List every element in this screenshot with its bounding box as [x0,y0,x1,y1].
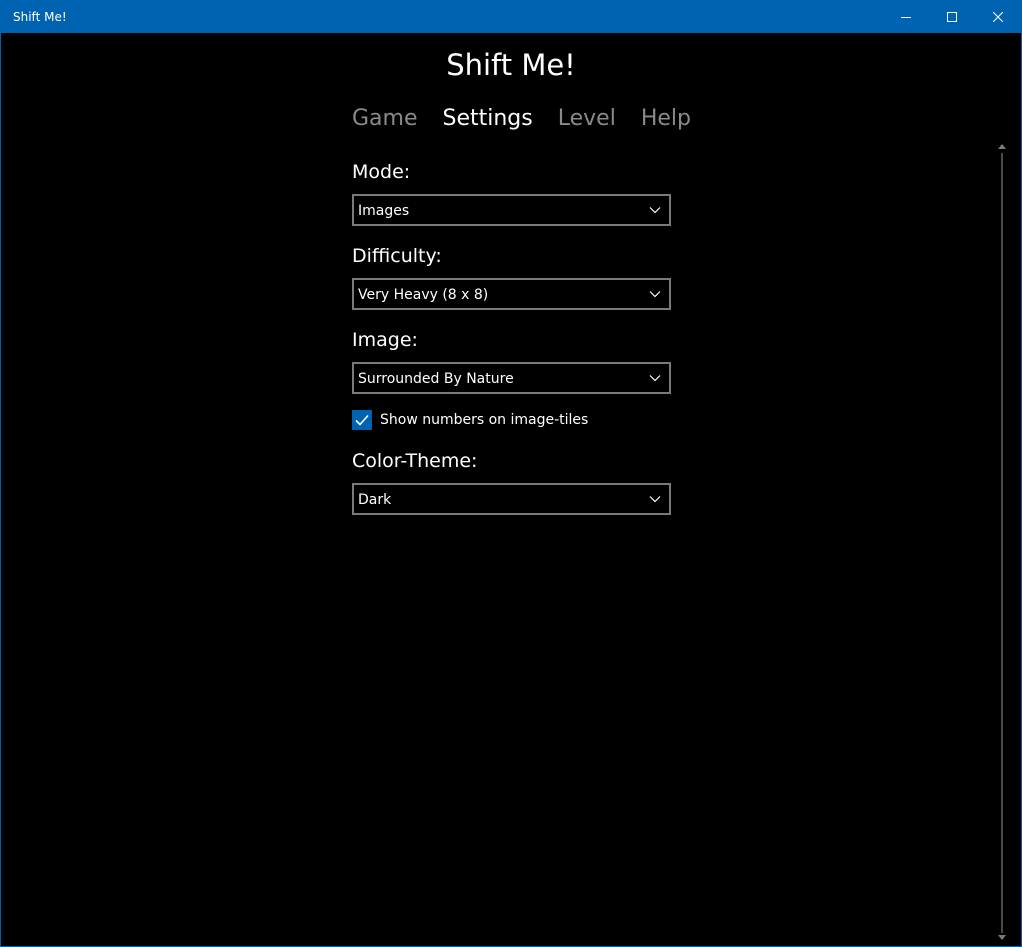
image-label: Image: [352,329,418,351]
tab-bar: Game Settings Level Help [352,103,716,137]
color-theme-dropdown[interactable]: Dark [352,483,671,515]
scroll-down-arrow-icon[interactable] [998,935,1006,941]
chevron-down-icon [649,496,661,503]
mode-dropdown[interactable]: Images [352,194,671,226]
mode-label: Mode: [352,161,411,183]
minimize-button[interactable] [883,1,929,33]
color-theme-label: Color-Theme: [352,450,478,472]
scroll-up-arrow-icon[interactable] [998,143,1006,149]
tab-game[interactable]: Game [352,103,418,137]
close-button[interactable] [975,1,1021,33]
window-title: Shift Me! [13,10,67,24]
close-icon [993,12,1003,22]
maximize-button[interactable] [929,1,975,33]
image-dropdown[interactable]: Surrounded By Nature [352,362,671,394]
vertical-scrollbar[interactable] [997,141,1009,947]
show-numbers-checkbox[interactable] [352,410,372,430]
title-bar[interactable]: Shift Me! [1,1,1021,33]
tab-settings[interactable]: Settings [443,103,533,137]
tab-level[interactable]: Level [558,103,616,137]
app-title: Shift Me! [446,48,576,82]
image-value: Surrounded By Nature [358,371,514,387]
show-numbers-label: Show numbers on image-tiles [380,412,589,428]
chevron-down-icon [649,291,661,298]
checkmark-icon [355,414,369,426]
maximize-icon [947,12,957,22]
difficulty-label: Difficulty: [352,245,442,267]
app-window: Shift Me! Shift Me! Game Settings Level … [0,0,1022,947]
difficulty-value: Very Heavy (8 x 8) [358,287,489,303]
mode-value: Images [358,203,410,219]
minimize-icon [901,17,911,18]
color-theme-value: Dark [358,492,392,508]
difficulty-dropdown[interactable]: Very Heavy (8 x 8) [352,278,671,310]
chevron-down-icon [649,375,661,382]
show-numbers-option[interactable]: Show numbers on image-tiles [352,410,588,430]
scrollbar-track[interactable] [1001,153,1003,933]
tab-help[interactable]: Help [641,103,691,137]
chevron-down-icon [649,207,661,214]
